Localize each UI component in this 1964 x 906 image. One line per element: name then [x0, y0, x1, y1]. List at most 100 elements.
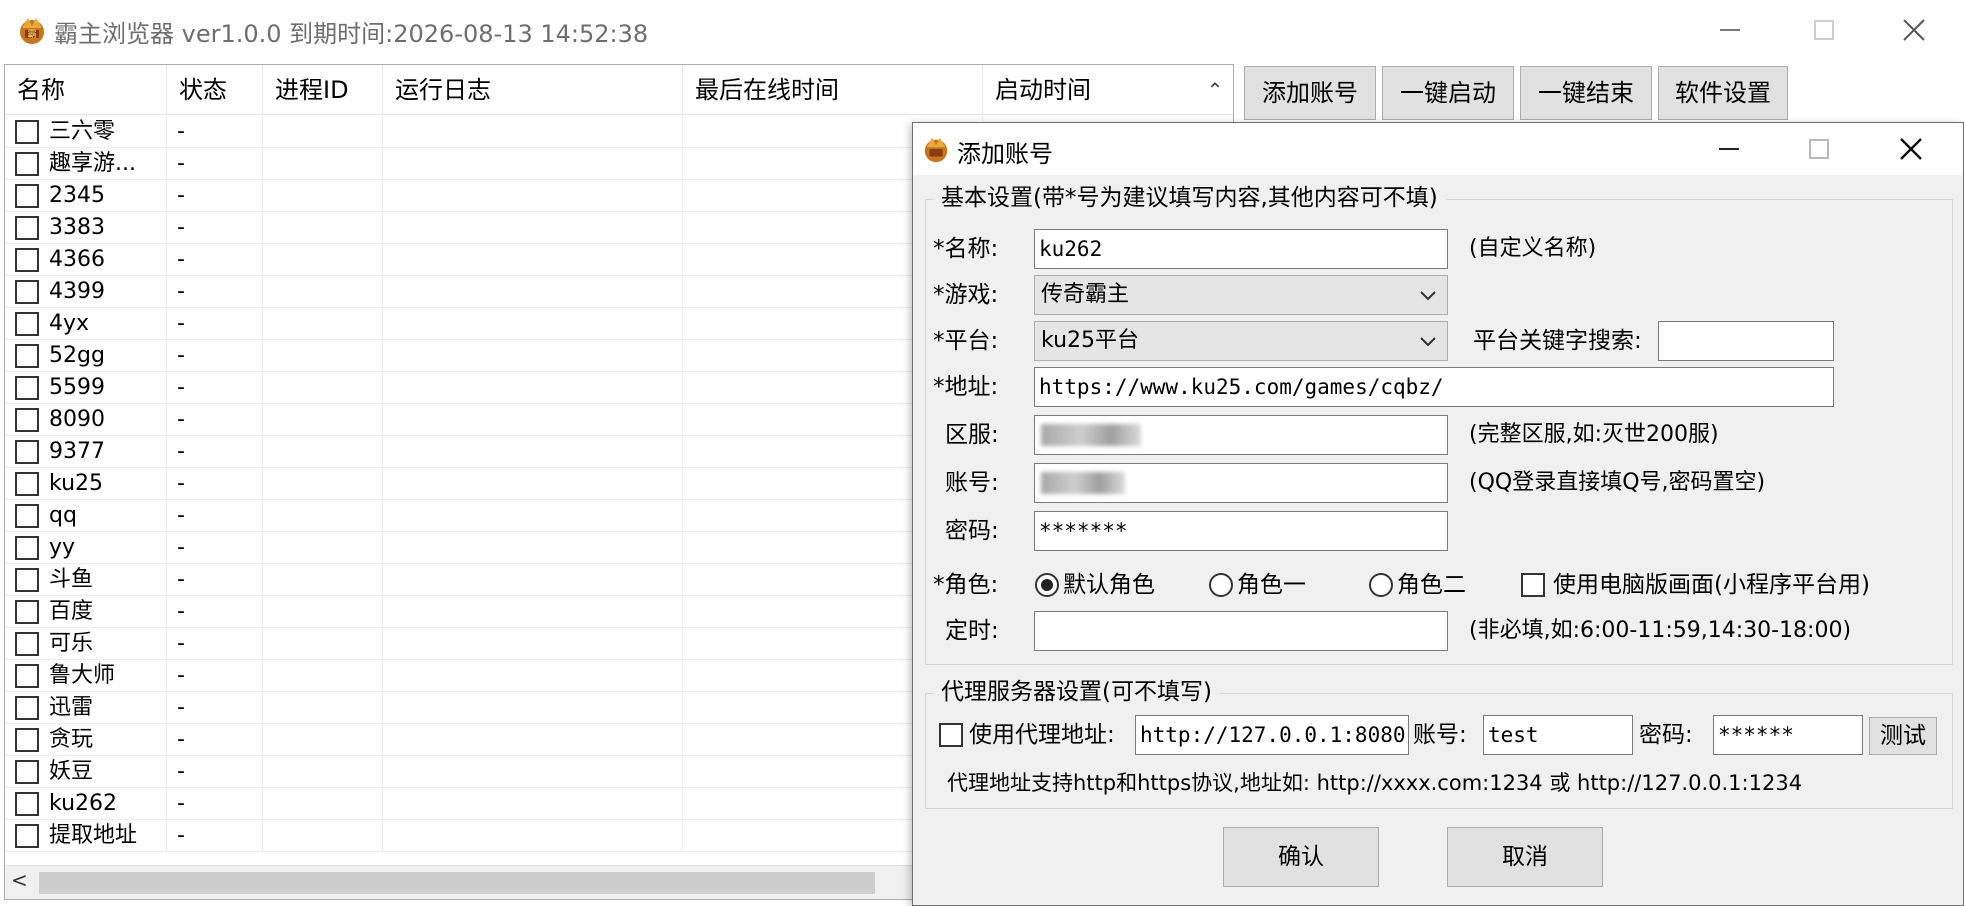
row-checkbox[interactable] — [15, 408, 39, 432]
row-name: 迅雷 — [49, 695, 94, 720]
scroll-up-icon[interactable]: ⌃ — [1197, 65, 1233, 115]
role-default-radio[interactable] — [1035, 573, 1059, 597]
column-header-last-online[interactable]: 最后在线时间 — [683, 65, 983, 115]
row-checkbox[interactable] — [15, 440, 39, 464]
scrollbar-thumb[interactable] — [39, 872, 875, 894]
proxy-password-label: 密码: — [1639, 722, 1693, 748]
timer-label: 定时: — [945, 618, 999, 644]
row-checkbox[interactable] — [15, 184, 39, 208]
role-default-label[interactable]: 默认角色 — [1063, 565, 1155, 605]
row-checkbox[interactable] — [15, 216, 39, 240]
cancel-button[interactable]: 取消 — [1447, 827, 1603, 887]
confirm-button[interactable]: 确认 — [1223, 827, 1379, 887]
account-input[interactable] — [1034, 463, 1448, 503]
row-status: - — [177, 567, 185, 592]
row-name: 3383 — [49, 215, 105, 240]
basic-settings-title: 基本设置(带*号为建议填写内容,其他内容可不填) — [933, 183, 1446, 213]
minimize-icon — [1719, 148, 1739, 150]
maximize-icon — [1814, 20, 1834, 40]
scroll-left-icon[interactable]: < — [11, 868, 28, 892]
platform-select[interactable]: ku25平台 — [1034, 321, 1448, 361]
row-checkbox[interactable] — [15, 760, 39, 784]
grid-header: 名称 状态 进程ID 运行日志 最后在线时间 启动时间 ⌃ — [5, 65, 1233, 115]
maximize-button[interactable] — [1794, 8, 1854, 52]
proxy-address-input[interactable]: http://127.0.0.1:8080 — [1135, 715, 1409, 755]
game-selected-value: 传奇霸主 — [1041, 282, 1130, 307]
row-name: 百度 — [49, 599, 94, 624]
row-name: 4yx — [49, 311, 90, 336]
row-checkbox[interactable] — [15, 152, 39, 176]
url-input[interactable]: https://www.ku25.com/games/cqbz/ — [1034, 367, 1834, 407]
row-name: qq — [49, 503, 77, 528]
row-name: 鲁大师 — [49, 663, 116, 688]
add-account-button[interactable]: 添加账号 — [1244, 66, 1376, 120]
row-status: - — [177, 183, 185, 208]
role-two-radio[interactable] — [1369, 573, 1393, 597]
timer-input[interactable] — [1034, 611, 1448, 651]
use-proxy-checkbox[interactable] — [939, 723, 963, 747]
column-header-name[interactable]: 名称 — [5, 65, 167, 115]
server-input[interactable] — [1034, 415, 1448, 455]
row-checkbox[interactable] — [15, 568, 39, 592]
game-select[interactable]: 传奇霸主 — [1034, 275, 1448, 315]
row-name: ku25 — [49, 471, 104, 496]
row-checkbox[interactable] — [15, 632, 39, 656]
dialog-maximize-button[interactable] — [1789, 129, 1849, 169]
row-name: 三六零 — [49, 119, 116, 144]
column-header-start-time[interactable]: 启动时间 — [983, 65, 1197, 115]
name-input[interactable]: ku262 — [1034, 229, 1448, 269]
url-label: *地址: — [933, 374, 999, 400]
proxy-account-input[interactable]: test — [1483, 715, 1633, 755]
proxy-password-input[interactable]: ****** — [1713, 715, 1863, 755]
close-button[interactable] — [1884, 8, 1944, 52]
row-status: - — [177, 407, 185, 432]
pc-mode-label[interactable]: 使用电脑版画面(小程序平台用) — [1553, 565, 1870, 605]
dialog-minimize-button[interactable] — [1699, 129, 1759, 169]
row-checkbox[interactable] — [15, 664, 39, 688]
row-checkbox[interactable] — [15, 728, 39, 752]
role-one-label[interactable]: 角色一 — [1237, 565, 1306, 605]
chevron-down-icon — [1420, 291, 1436, 301]
maximize-icon — [1809, 139, 1829, 159]
row-status: - — [177, 343, 185, 368]
name-label: *名称: — [933, 236, 999, 262]
password-input[interactable]: ******* — [1034, 511, 1448, 551]
row-checkbox[interactable] — [15, 696, 39, 720]
test-proxy-button[interactable]: 测试 — [1869, 717, 1937, 755]
platform-search-input[interactable] — [1658, 321, 1834, 361]
row-name: 2345 — [49, 183, 105, 208]
row-checkbox[interactable] — [15, 536, 39, 560]
stop-all-button[interactable]: 一键结束 — [1520, 66, 1652, 120]
role-one-radio[interactable] — [1209, 573, 1233, 597]
timer-hint: (非必填,如:6:00-11:59,14:30-18:00) — [1469, 618, 1852, 643]
row-checkbox[interactable] — [15, 312, 39, 336]
row-checkbox[interactable] — [15, 824, 39, 848]
use-proxy-label[interactable]: 使用代理地址: — [969, 715, 1115, 755]
row-checkbox[interactable] — [15, 120, 39, 144]
dialog-close-button[interactable] — [1881, 129, 1941, 169]
row-status: - — [177, 247, 185, 272]
column-header-log[interactable]: 运行日志 — [383, 65, 683, 115]
column-header-pid[interactable]: 进程ID — [263, 65, 383, 115]
app-logo-icon — [924, 137, 948, 163]
row-checkbox[interactable] — [15, 344, 39, 368]
settings-button[interactable]: 软件设置 — [1658, 66, 1788, 120]
row-checkbox[interactable] — [15, 280, 39, 304]
row-checkbox[interactable] — [15, 600, 39, 624]
column-header-status[interactable]: 状态 — [167, 65, 263, 115]
minimize-button[interactable] — [1700, 8, 1760, 52]
account-label: 账号: — [945, 470, 999, 496]
row-checkbox[interactable] — [15, 248, 39, 272]
row-status: - — [177, 695, 185, 720]
pc-mode-checkbox[interactable] — [1521, 573, 1545, 597]
role-two-label[interactable]: 角色二 — [1397, 565, 1466, 605]
row-checkbox[interactable] — [15, 472, 39, 496]
row-checkbox[interactable] — [15, 376, 39, 400]
start-all-button[interactable]: 一键启动 — [1382, 66, 1514, 120]
dialog-title: 添加账号 — [957, 140, 1053, 168]
add-account-dialog: 添加账号 基本设置(带*号为建议填写内容,其他内容可不填) *名称: ku262… — [912, 122, 1964, 906]
row-checkbox[interactable] — [15, 792, 39, 816]
proxy-settings-title: 代理服务器设置(可不填写) — [933, 677, 1220, 707]
row-checkbox[interactable] — [15, 504, 39, 528]
proxy-account-label: 账号: — [1413, 722, 1467, 748]
